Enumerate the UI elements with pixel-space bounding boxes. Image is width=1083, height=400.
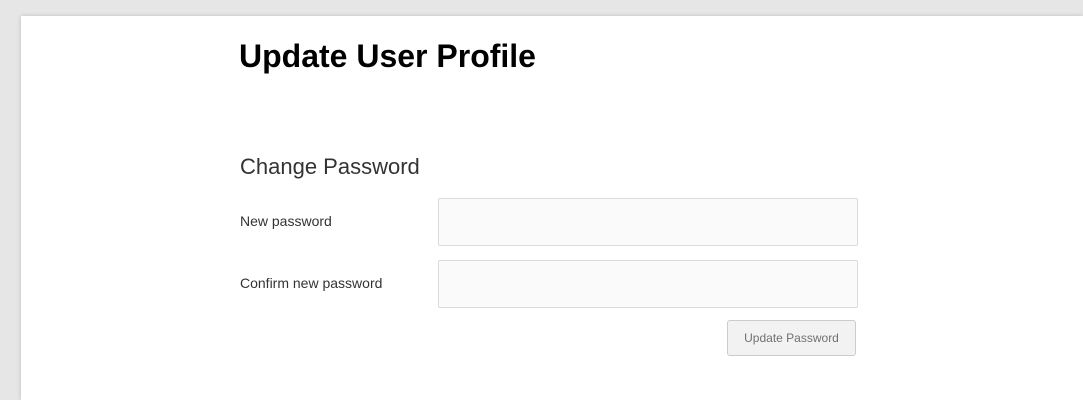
- change-password-heading: Change Password: [240, 154, 420, 179]
- new-password-row: New password: [240, 198, 860, 246]
- confirm-password-input[interactable]: [438, 260, 858, 308]
- page-title: Update User Profile: [239, 38, 536, 74]
- new-password-label: New password: [240, 213, 332, 229]
- confirm-password-label: Confirm new password: [240, 275, 383, 291]
- new-password-input[interactable]: [438, 198, 858, 246]
- profile-panel: Update User Profile Change Password New …: [21, 16, 1083, 400]
- update-password-button[interactable]: Update Password: [727, 320, 856, 356]
- confirm-password-row: Confirm new password: [240, 260, 860, 308]
- page-background: Update User Profile Change Password New …: [0, 0, 1083, 400]
